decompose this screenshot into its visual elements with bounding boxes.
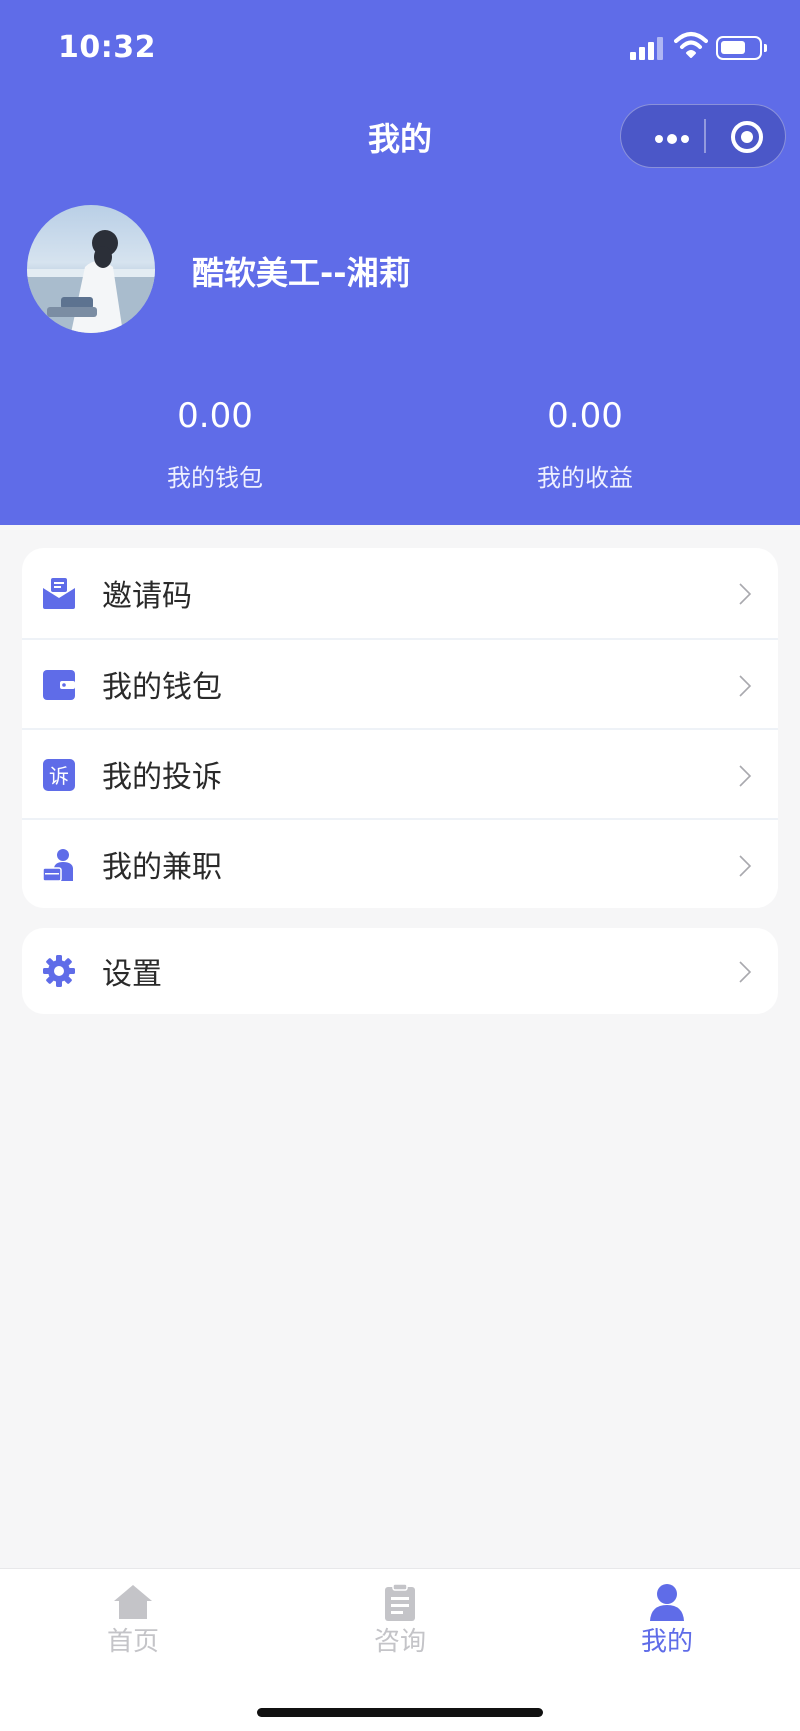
menu-item-label: 我的兼职 — [102, 850, 222, 885]
chevron-right-icon — [739, 583, 752, 605]
close-miniprogram-icon[interactable] — [731, 121, 763, 153]
home-indicator — [257, 1708, 543, 1717]
menu-card: 邀请码 我的钱包 诉 我的投诉 我的兼职 — [22, 548, 778, 908]
tab-consult[interactable]: 咨询 — [267, 1569, 533, 1669]
menu-item-part-time[interactable]: 我的兼职 — [22, 818, 778, 908]
battery-icon — [716, 36, 767, 60]
tab-label: 首页 — [106, 1627, 159, 1657]
tab-label: 我的 — [640, 1627, 693, 1657]
complaint-icon: 诉 — [43, 759, 75, 791]
wallet-stat[interactable]: 0.00 我的钱包 — [15, 396, 415, 493]
chevron-right-icon — [739, 855, 752, 877]
wallet-icon — [43, 670, 75, 700]
menu-item-label: 设置 — [102, 957, 162, 992]
menu-item-label: 我的钱包 — [102, 670, 222, 705]
menu-item-wallet[interactable]: 我的钱包 — [22, 638, 778, 728]
menu-item-invite-code[interactable]: 邀请码 — [22, 548, 778, 638]
wallet-stat-label: 我的钱包 — [167, 464, 263, 492]
user-icon — [650, 1584, 684, 1621]
earnings-value: 0.00 — [547, 396, 623, 436]
earnings-stat-label: 我的收益 — [537, 464, 633, 492]
mini-program-capsule — [620, 104, 786, 168]
chevron-right-icon — [739, 961, 752, 983]
gear-icon — [43, 955, 75, 987]
menu-item-label: 我的投诉 — [102, 760, 222, 795]
capsule-divider — [704, 119, 706, 153]
status-time: 10:32 — [58, 30, 156, 65]
avatar[interactable] — [27, 205, 155, 333]
settings-card: 设置 — [22, 928, 778, 1014]
wallet-balance: 0.00 — [177, 396, 253, 436]
profile-header: 10:32 我的 酷软美工--湘莉 0.00 我的钱包 0.00 我的收益 — [0, 0, 800, 525]
wifi-icon — [674, 32, 708, 58]
tab-mine[interactable]: 我的 — [534, 1569, 800, 1669]
chevron-right-icon — [739, 675, 752, 697]
avatar-image — [27, 230, 155, 333]
clipboard-icon — [385, 1583, 415, 1621]
svg-text:诉: 诉 — [49, 764, 69, 788]
invite-envelope-icon — [43, 578, 75, 609]
part-time-job-icon — [42, 849, 73, 882]
menu-item-label: 邀请码 — [102, 579, 192, 614]
menu-item-complaints[interactable]: 诉 我的投诉 — [22, 728, 778, 818]
status-bar: 10:32 — [0, 0, 800, 96]
chevron-right-icon — [739, 765, 752, 787]
tab-bar: 首页 咨询 我的 — [0, 1568, 800, 1731]
tab-home[interactable]: 首页 — [0, 1569, 266, 1669]
earnings-stat[interactable]: 0.00 我的收益 — [385, 396, 785, 493]
home-icon — [114, 1585, 152, 1619]
cellular-signal-icon — [630, 36, 664, 60]
menu-item-settings[interactable]: 设置 — [22, 928, 778, 1014]
user-name: 酷软美工--湘莉 — [192, 254, 411, 292]
tab-label: 咨询 — [373, 1627, 426, 1657]
